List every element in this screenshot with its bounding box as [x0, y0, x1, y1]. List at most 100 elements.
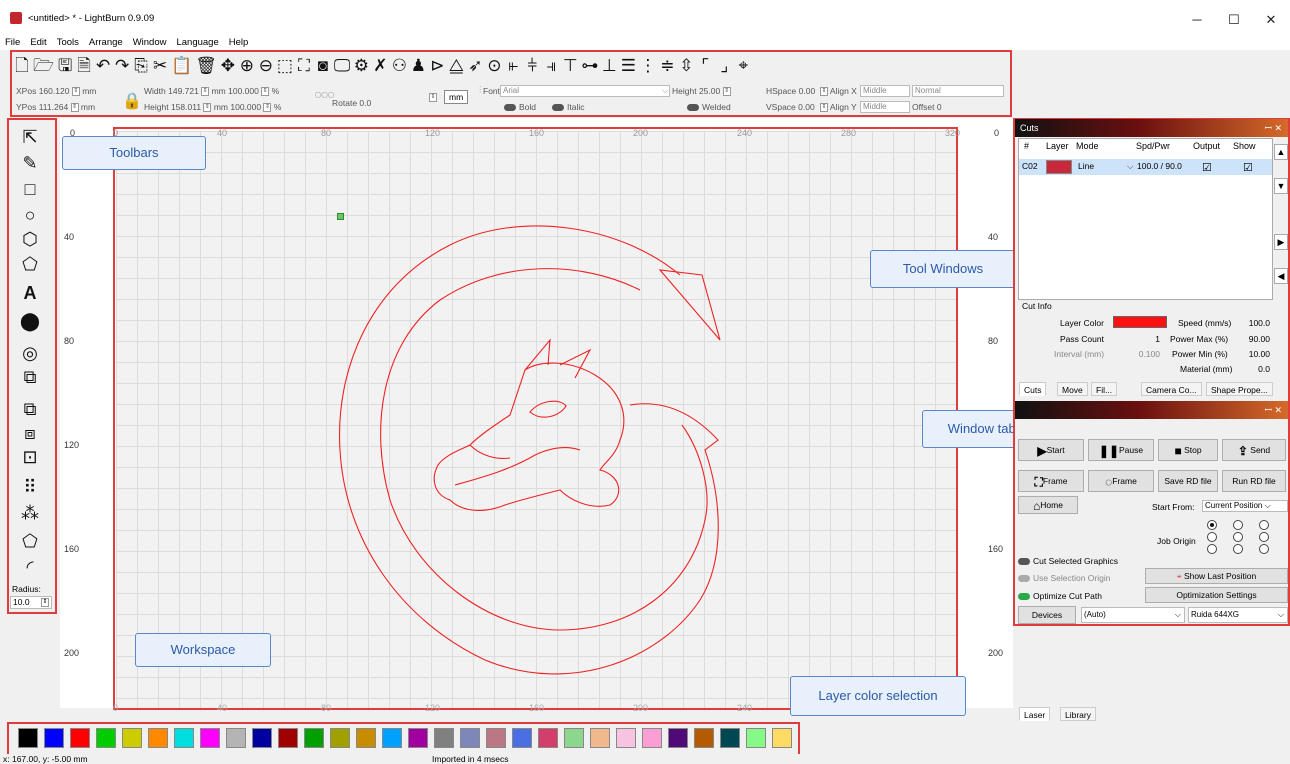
new-file-icon[interactable]: 🗋: [14, 56, 30, 76]
tab-library[interactable]: Library: [1060, 707, 1096, 721]
menu-help[interactable]: Help: [224, 36, 254, 50]
italic-toggle[interactable]: [552, 104, 564, 112]
color-swatch[interactable]: [252, 728, 272, 748]
origin-middle-right-radio[interactable]: [1259, 532, 1269, 542]
tab-file-list[interactable]: Fil...: [1091, 382, 1118, 396]
ellipse-icon[interactable]: ○: [19, 204, 41, 226]
space-h-icon[interactable]: ≑: [659, 56, 675, 76]
cut-selected-toggle[interactable]: [1018, 558, 1030, 566]
width-value[interactable]: 149.721: [168, 86, 199, 96]
rectangle-icon[interactable]: □: [19, 178, 41, 200]
bold-toggle[interactable]: [504, 104, 516, 112]
open-icon[interactable]: 🗁: [33, 56, 54, 76]
user-icon[interactable]: ♟: [410, 56, 426, 76]
pentagon-icon[interactable]: ⬠: [19, 253, 41, 275]
start-button[interactable]: ▶Start: [1018, 439, 1084, 461]
color-swatch[interactable]: [70, 728, 90, 748]
optimize-toggle[interactable]: [1018, 593, 1030, 601]
menu-window[interactable]: Window: [128, 36, 172, 50]
color-swatch[interactable]: [772, 728, 792, 748]
aligny-select[interactable]: Middle: [860, 101, 910, 113]
align-middle-icon[interactable]: ⊶: [581, 56, 598, 76]
grid-array-icon[interactable]: ⠿: [19, 476, 41, 498]
row-mode-select[interactable]: Line: [1078, 161, 1094, 171]
origin-top-right-radio[interactable]: [1259, 520, 1269, 530]
crosshair-icon[interactable]: ⌖: [735, 56, 751, 76]
corner-radius-icon[interactable]: ◜: [19, 556, 41, 578]
offset-value[interactable]: 0: [937, 102, 942, 112]
lock-icon[interactable]: 🔒: [122, 91, 142, 111]
laser-close-icon[interactable]: ꟷ ✕: [1265, 401, 1282, 419]
menu-file[interactable]: File: [0, 36, 25, 50]
pause-button[interactable]: ❚❚Pause: [1088, 439, 1154, 461]
tab-shape-properties[interactable]: Shape Prope...: [1206, 382, 1273, 396]
color-swatch[interactable]: [200, 728, 220, 748]
home-button[interactable]: ⌂Home: [1018, 496, 1078, 514]
align-top-icon[interactable]: ⊤: [562, 56, 578, 76]
pass-count-value[interactable]: 1: [1140, 334, 1160, 344]
pct-width[interactable]: 100.000: [228, 86, 259, 96]
speed-value[interactable]: 100.0: [1240, 318, 1270, 328]
radius-input[interactable]: 10.0 ⇕: [10, 596, 52, 609]
close-button[interactable]: ✕: [1254, 8, 1288, 32]
color-swatch[interactable]: [512, 728, 532, 748]
align-right-icon[interactable]: ⫣: [543, 56, 559, 76]
color-swatch[interactable]: [122, 728, 142, 748]
color-swatch[interactable]: [226, 728, 246, 748]
color-swatch[interactable]: [174, 728, 194, 748]
mirror-v-icon[interactable]: ⧋: [448, 56, 464, 76]
collapse-left-icon[interactable]: ◀: [1274, 268, 1288, 284]
color-swatch[interactable]: [746, 728, 766, 748]
row-layer-color[interactable]: [1046, 160, 1072, 174]
tab-laser[interactable]: Laser: [1019, 707, 1051, 721]
tools-icon[interactable]: ✗: [372, 56, 388, 76]
menu-tools[interactable]: Tools: [52, 36, 84, 50]
text-tool-icon[interactable]: A: [19, 282, 41, 304]
zoom-in-icon[interactable]: ⊕: [239, 56, 255, 76]
group-icon[interactable]: ⚇: [391, 56, 407, 76]
color-swatch[interactable]: [96, 728, 116, 748]
cut-icon[interactable]: ✂: [152, 56, 168, 76]
radius-spinner[interactable]: ⇕: [41, 598, 49, 607]
frame-button[interactable]: ⛶Frame: [1018, 470, 1084, 492]
frame-circle-button[interactable]: ◌Frame: [1088, 470, 1154, 492]
optimization-settings-button[interactable]: Optimization Settings: [1145, 587, 1288, 603]
color-swatch[interactable]: [356, 728, 376, 748]
send-button[interactable]: ⇪ Send: [1222, 439, 1286, 461]
align-center-icon[interactable]: ⫩: [524, 56, 540, 76]
color-swatch[interactable]: [616, 728, 636, 748]
corner-tl-icon[interactable]: ⌜: [697, 56, 713, 76]
save-icon[interactable]: 🖫: [57, 56, 73, 76]
camera-icon[interactable]: ◙: [315, 56, 331, 76]
color-swatch[interactable]: [408, 728, 428, 748]
move-icon[interactable]: ✥: [220, 56, 236, 76]
start-from-select[interactable]: Current Position ⌵: [1202, 500, 1288, 512]
move-down-icon[interactable]: ▼: [1274, 178, 1288, 194]
color-swatch[interactable]: [590, 728, 610, 748]
anchor-grid-icon[interactable]: ○○○: [314, 86, 335, 102]
tab-camera-control[interactable]: Camera Co...: [1141, 382, 1202, 396]
width-spinner[interactable]: ⇕: [201, 87, 210, 97]
color-swatch[interactable]: [304, 728, 324, 748]
distribute-v-icon[interactable]: ⋮: [639, 56, 656, 76]
move-up-icon[interactable]: ▲: [1274, 144, 1288, 160]
origin-bottom-left-radio[interactable]: [1207, 544, 1217, 554]
undo-icon[interactable]: ↶: [95, 56, 111, 76]
vspace-spinner[interactable]: ⇕: [820, 103, 828, 113]
color-swatch[interactable]: [44, 728, 64, 748]
space-v-icon[interactable]: ⇳: [678, 56, 694, 76]
color-swatch[interactable]: [382, 728, 402, 748]
pct-height-spinner[interactable]: ⇕: [263, 103, 272, 113]
save-rd-button[interactable]: Save RD file: [1158, 470, 1218, 492]
select-arrow-icon[interactable]: ⇱: [19, 126, 41, 148]
color-swatch[interactable]: [18, 728, 38, 748]
boolean-intersect-icon[interactable]: ⊡: [19, 446, 41, 468]
power-min-value[interactable]: 10.00: [1240, 349, 1270, 359]
origin-top-center-radio[interactable]: [1233, 520, 1243, 530]
origin-bottom-center-radio[interactable]: [1233, 544, 1243, 554]
color-swatch[interactable]: [642, 728, 662, 748]
expand-right-icon[interactable]: ▶: [1274, 234, 1288, 250]
polygon-icon[interactable]: ⬡: [19, 228, 41, 250]
run-rd-button[interactable]: Run RD file: [1222, 470, 1286, 492]
interval-value[interactable]: 0.100: [1120, 349, 1160, 359]
